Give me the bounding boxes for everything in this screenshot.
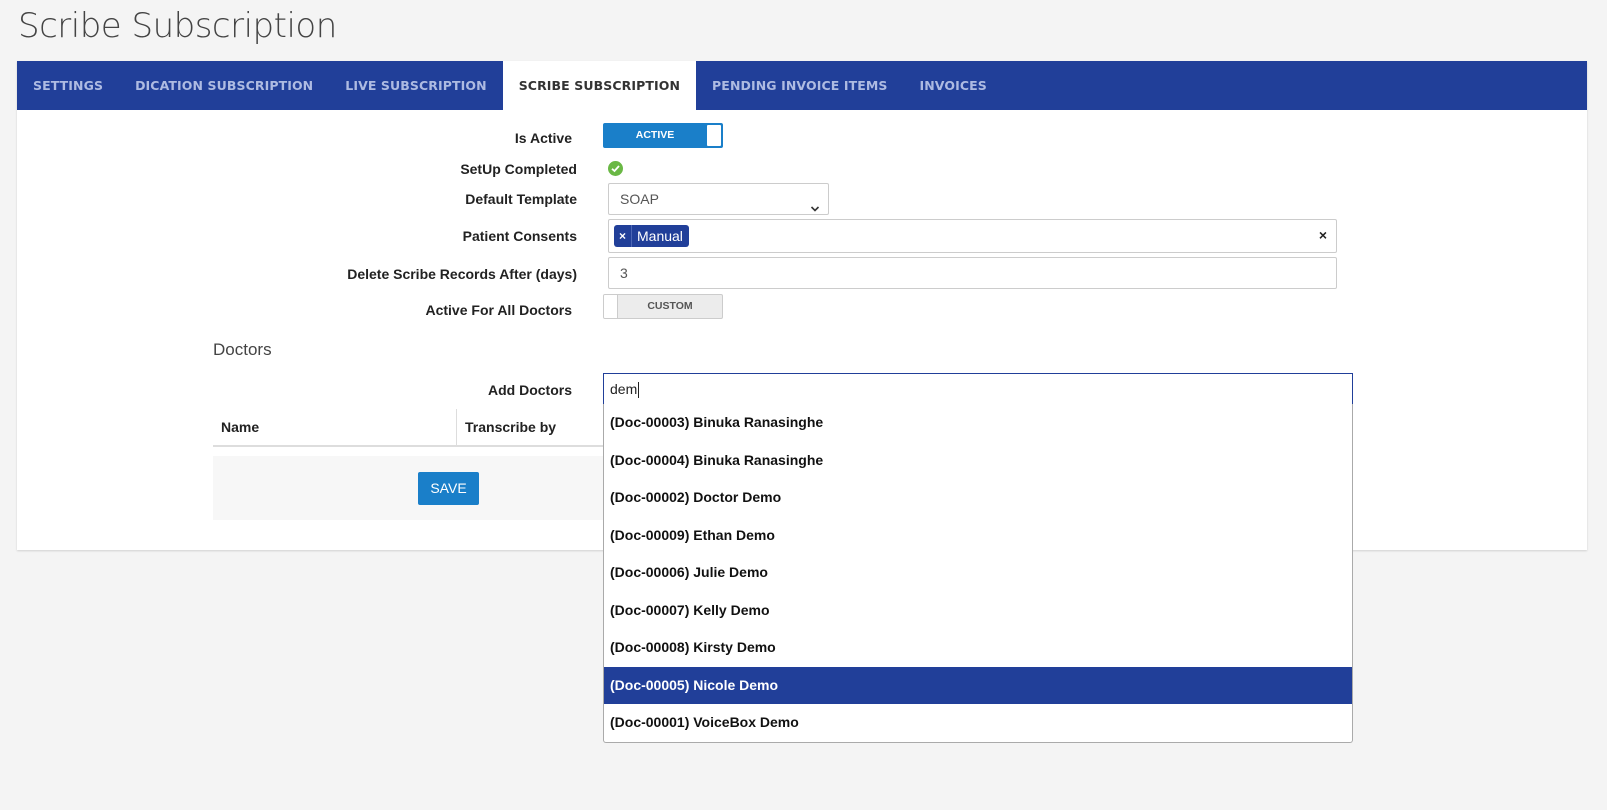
- default-template-value: SOAP: [620, 191, 659, 207]
- clear-all-icon[interactable]: ×: [1319, 227, 1327, 243]
- active-for-all-doctors-label: Active For All Doctors: [425, 302, 572, 318]
- doctor-suggestions-dropdown: (Doc-00003) Binuka Ranasinghe (Doc-00004…: [603, 404, 1353, 743]
- setup-completed-label: SetUp Completed: [460, 161, 577, 177]
- patient-consents-label: Patient Consents: [462, 228, 577, 244]
- suggestion-item[interactable]: (Doc-00006) Julie Demo: [604, 554, 1352, 592]
- is-active-toggle[interactable]: ACTIVE: [603, 123, 723, 148]
- tab-live-subscription[interactable]: LIVE SUBSCRIPTION: [329, 61, 502, 110]
- tab-invoices[interactable]: INVOICES: [903, 61, 1002, 110]
- active-for-all-doctors-toggle[interactable]: CUSTOM: [603, 294, 723, 319]
- delete-after-label: Delete Scribe Records After (days): [347, 266, 577, 282]
- default-template-label: Default Template: [465, 191, 577, 207]
- suggestion-item-highlighted[interactable]: (Doc-00005) Nicole Demo: [604, 666, 1352, 704]
- delete-after-days-input[interactable]: 3: [608, 257, 1337, 289]
- remove-tag-icon[interactable]: ×: [614, 225, 632, 247]
- add-doctors-search-input[interactable]: dem: [603, 373, 1353, 405]
- consent-tag: × Manual: [614, 225, 689, 247]
- tab-scribe-subscription[interactable]: SCRIBE SUBSCRIPTION: [502, 61, 697, 110]
- suggestion-item[interactable]: (Doc-00009) Ethan Demo: [604, 517, 1352, 555]
- delete-after-days-value: 3: [620, 265, 628, 281]
- active-for-all-toggle-text: CUSTOM: [647, 300, 693, 312]
- toggle-knob: [707, 125, 721, 146]
- text-caret: [638, 382, 640, 399]
- suggestion-item[interactable]: (Doc-00007) Kelly Demo: [604, 592, 1352, 630]
- patient-consents-multiselect[interactable]: × Manual ×: [608, 219, 1337, 253]
- is-active-toggle-text: ACTIVE: [635, 129, 675, 141]
- page-title: Scribe Subscription: [18, 6, 337, 46]
- is-active-label: Is Active: [514, 130, 572, 146]
- toggle-knob: [604, 295, 618, 318]
- doctors-table-header: Name Transcribe by: [213, 409, 603, 447]
- default-template-select[interactable]: SOAP: [608, 183, 829, 215]
- suggestion-item[interactable]: (Doc-00003) Binuka Ranasinghe: [604, 404, 1352, 442]
- add-doctors-search-value: dem: [610, 381, 638, 397]
- suggestion-item[interactable]: (Doc-00004) Binuka Ranasinghe: [604, 442, 1352, 480]
- column-header-name[interactable]: Name: [213, 409, 456, 445]
- tab-pending-invoice-items[interactable]: PENDING INVOICE ITEMS: [696, 61, 903, 110]
- save-button[interactable]: SAVE: [418, 472, 479, 505]
- form-footer: SAVE: [213, 456, 603, 520]
- column-header-transcribe-by[interactable]: Transcribe by: [456, 409, 603, 445]
- consent-tag-label: Manual: [637, 228, 683, 244]
- check-circle-icon: [608, 161, 623, 176]
- add-doctors-label: Add Doctors: [488, 382, 572, 398]
- doctors-section-title: Doctors: [213, 340, 272, 359]
- tab-dication-subscription[interactable]: DICATION SUBSCRIPTION: [119, 61, 329, 110]
- suggestion-item[interactable]: (Doc-00002) Doctor Demo: [604, 479, 1352, 517]
- tab-bar: SETTINGS DICATION SUBSCRIPTION LIVE SUBS…: [17, 61, 1587, 110]
- suggestion-item[interactable]: (Doc-00001) VoiceBox Demo: [604, 704, 1352, 742]
- tab-settings[interactable]: SETTINGS: [17, 61, 119, 110]
- suggestion-item[interactable]: (Doc-00008) Kirsty Demo: [604, 629, 1352, 667]
